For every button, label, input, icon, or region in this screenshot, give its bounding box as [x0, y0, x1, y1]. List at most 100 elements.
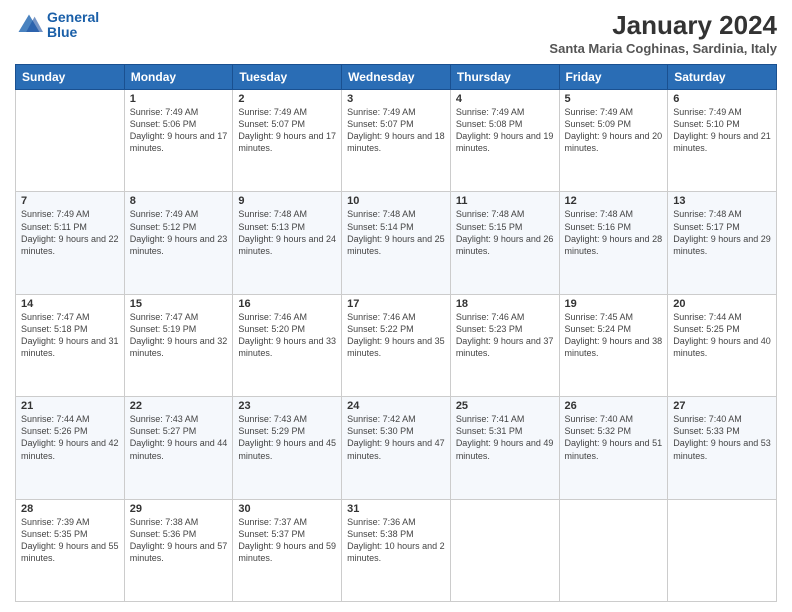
header-tuesday: Tuesday [233, 65, 342, 90]
calendar-cell: 19Sunrise: 7:45 AMSunset: 5:24 PMDayligh… [559, 294, 668, 396]
day-number: 19 [565, 298, 663, 310]
calendar-cell: 23Sunrise: 7:43 AMSunset: 5:29 PMDayligh… [233, 397, 342, 499]
cell-info: Sunrise: 7:44 AMSunset: 5:26 PMDaylight:… [21, 413, 119, 462]
cell-info: Sunrise: 7:42 AMSunset: 5:30 PMDaylight:… [347, 413, 445, 462]
cell-info: Sunrise: 7:48 AMSunset: 5:16 PMDaylight:… [565, 208, 663, 257]
calendar-cell: 6Sunrise: 7:49 AMSunset: 5:10 PMDaylight… [668, 90, 777, 192]
cell-info: Sunrise: 7:47 AMSunset: 5:19 PMDaylight:… [130, 311, 228, 360]
cell-info: Sunrise: 7:47 AMSunset: 5:18 PMDaylight:… [21, 311, 119, 360]
cell-info: Sunrise: 7:49 AMSunset: 5:11 PMDaylight:… [21, 208, 119, 257]
calendar-cell: 11Sunrise: 7:48 AMSunset: 5:15 PMDayligh… [450, 192, 559, 294]
cell-info: Sunrise: 7:49 AMSunset: 5:07 PMDaylight:… [238, 106, 336, 155]
cell-info: Sunrise: 7:49 AMSunset: 5:09 PMDaylight:… [565, 106, 663, 155]
calendar-week-4: 21Sunrise: 7:44 AMSunset: 5:26 PMDayligh… [16, 397, 777, 499]
calendar-cell: 22Sunrise: 7:43 AMSunset: 5:27 PMDayligh… [124, 397, 233, 499]
calendar-cell: 4Sunrise: 7:49 AMSunset: 5:08 PMDaylight… [450, 90, 559, 192]
cell-info: Sunrise: 7:46 AMSunset: 5:22 PMDaylight:… [347, 311, 445, 360]
calendar-cell: 3Sunrise: 7:49 AMSunset: 5:07 PMDaylight… [342, 90, 451, 192]
calendar-cell: 7Sunrise: 7:49 AMSunset: 5:11 PMDaylight… [16, 192, 125, 294]
day-number: 24 [347, 400, 445, 412]
header-wednesday: Wednesday [342, 65, 451, 90]
calendar-cell: 27Sunrise: 7:40 AMSunset: 5:33 PMDayligh… [668, 397, 777, 499]
day-number: 17 [347, 298, 445, 310]
cell-info: Sunrise: 7:45 AMSunset: 5:24 PMDaylight:… [565, 311, 663, 360]
cell-info: Sunrise: 7:48 AMSunset: 5:13 PMDaylight:… [238, 208, 336, 257]
cell-info: Sunrise: 7:49 AMSunset: 5:08 PMDaylight:… [456, 106, 554, 155]
header: General Blue January 2024 Santa Maria Co… [15, 10, 777, 56]
cell-info: Sunrise: 7:44 AMSunset: 5:25 PMDaylight:… [673, 311, 771, 360]
header-sunday: Sunday [16, 65, 125, 90]
calendar-cell: 26Sunrise: 7:40 AMSunset: 5:32 PMDayligh… [559, 397, 668, 499]
day-number: 3 [347, 93, 445, 105]
cell-info: Sunrise: 7:43 AMSunset: 5:29 PMDaylight:… [238, 413, 336, 462]
cell-info: Sunrise: 7:49 AMSunset: 5:07 PMDaylight:… [347, 106, 445, 155]
cell-info: Sunrise: 7:39 AMSunset: 5:35 PMDaylight:… [21, 516, 119, 565]
cell-info: Sunrise: 7:41 AMSunset: 5:31 PMDaylight:… [456, 413, 554, 462]
header-friday: Friday [559, 65, 668, 90]
calendar-cell: 8Sunrise: 7:49 AMSunset: 5:12 PMDaylight… [124, 192, 233, 294]
calendar-cell: 17Sunrise: 7:46 AMSunset: 5:22 PMDayligh… [342, 294, 451, 396]
calendar-cell [668, 499, 777, 601]
title-block: January 2024 Santa Maria Coghinas, Sardi… [549, 10, 777, 56]
logo: General Blue [15, 10, 99, 41]
day-number: 26 [565, 400, 663, 412]
day-number: 29 [130, 503, 228, 515]
day-number: 16 [238, 298, 336, 310]
calendar-cell: 31Sunrise: 7:36 AMSunset: 5:38 PMDayligh… [342, 499, 451, 601]
month-title: January 2024 [549, 10, 777, 41]
cell-info: Sunrise: 7:49 AMSunset: 5:10 PMDaylight:… [673, 106, 771, 155]
calendar-week-1: 1Sunrise: 7:49 AMSunset: 5:06 PMDaylight… [16, 90, 777, 192]
calendar-cell [450, 499, 559, 601]
calendar-cell: 2Sunrise: 7:49 AMSunset: 5:07 PMDaylight… [233, 90, 342, 192]
calendar-week-2: 7Sunrise: 7:49 AMSunset: 5:11 PMDaylight… [16, 192, 777, 294]
cell-info: Sunrise: 7:43 AMSunset: 5:27 PMDaylight:… [130, 413, 228, 462]
calendar-cell: 25Sunrise: 7:41 AMSunset: 5:31 PMDayligh… [450, 397, 559, 499]
header-saturday: Saturday [668, 65, 777, 90]
day-number: 20 [673, 298, 771, 310]
day-number: 28 [21, 503, 119, 515]
cell-info: Sunrise: 7:48 AMSunset: 5:17 PMDaylight:… [673, 208, 771, 257]
day-number: 8 [130, 195, 228, 207]
day-number: 25 [456, 400, 554, 412]
day-number: 21 [21, 400, 119, 412]
cell-info: Sunrise: 7:49 AMSunset: 5:06 PMDaylight:… [130, 106, 228, 155]
calendar-cell: 5Sunrise: 7:49 AMSunset: 5:09 PMDaylight… [559, 90, 668, 192]
cell-info: Sunrise: 7:37 AMSunset: 5:37 PMDaylight:… [238, 516, 336, 565]
day-number: 4 [456, 93, 554, 105]
cell-info: Sunrise: 7:48 AMSunset: 5:15 PMDaylight:… [456, 208, 554, 257]
calendar-cell: 15Sunrise: 7:47 AMSunset: 5:19 PMDayligh… [124, 294, 233, 396]
header-thursday: Thursday [450, 65, 559, 90]
calendar-cell: 10Sunrise: 7:48 AMSunset: 5:14 PMDayligh… [342, 192, 451, 294]
header-monday: Monday [124, 65, 233, 90]
logo-text: General Blue [47, 10, 99, 41]
day-number: 23 [238, 400, 336, 412]
day-number: 1 [130, 93, 228, 105]
day-number: 27 [673, 400, 771, 412]
calendar-cell: 9Sunrise: 7:48 AMSunset: 5:13 PMDaylight… [233, 192, 342, 294]
day-number: 15 [130, 298, 228, 310]
calendar-cell: 13Sunrise: 7:48 AMSunset: 5:17 PMDayligh… [668, 192, 777, 294]
day-number: 9 [238, 195, 336, 207]
calendar-header-row: Sunday Monday Tuesday Wednesday Thursday… [16, 65, 777, 90]
day-number: 10 [347, 195, 445, 207]
logo-icon [15, 11, 43, 39]
calendar-week-3: 14Sunrise: 7:47 AMSunset: 5:18 PMDayligh… [16, 294, 777, 396]
cell-info: Sunrise: 7:46 AMSunset: 5:20 PMDaylight:… [238, 311, 336, 360]
calendar-cell: 30Sunrise: 7:37 AMSunset: 5:37 PMDayligh… [233, 499, 342, 601]
day-number: 5 [565, 93, 663, 105]
cell-info: Sunrise: 7:46 AMSunset: 5:23 PMDaylight:… [456, 311, 554, 360]
day-number: 14 [21, 298, 119, 310]
day-number: 2 [238, 93, 336, 105]
calendar-cell: 24Sunrise: 7:42 AMSunset: 5:30 PMDayligh… [342, 397, 451, 499]
calendar-cell: 20Sunrise: 7:44 AMSunset: 5:25 PMDayligh… [668, 294, 777, 396]
calendar-cell: 21Sunrise: 7:44 AMSunset: 5:26 PMDayligh… [16, 397, 125, 499]
day-number: 30 [238, 503, 336, 515]
calendar-cell: 14Sunrise: 7:47 AMSunset: 5:18 PMDayligh… [16, 294, 125, 396]
calendar-cell: 29Sunrise: 7:38 AMSunset: 5:36 PMDayligh… [124, 499, 233, 601]
calendar-cell: 1Sunrise: 7:49 AMSunset: 5:06 PMDaylight… [124, 90, 233, 192]
cell-info: Sunrise: 7:49 AMSunset: 5:12 PMDaylight:… [130, 208, 228, 257]
cell-info: Sunrise: 7:40 AMSunset: 5:33 PMDaylight:… [673, 413, 771, 462]
day-number: 31 [347, 503, 445, 515]
cell-info: Sunrise: 7:38 AMSunset: 5:36 PMDaylight:… [130, 516, 228, 565]
day-number: 13 [673, 195, 771, 207]
